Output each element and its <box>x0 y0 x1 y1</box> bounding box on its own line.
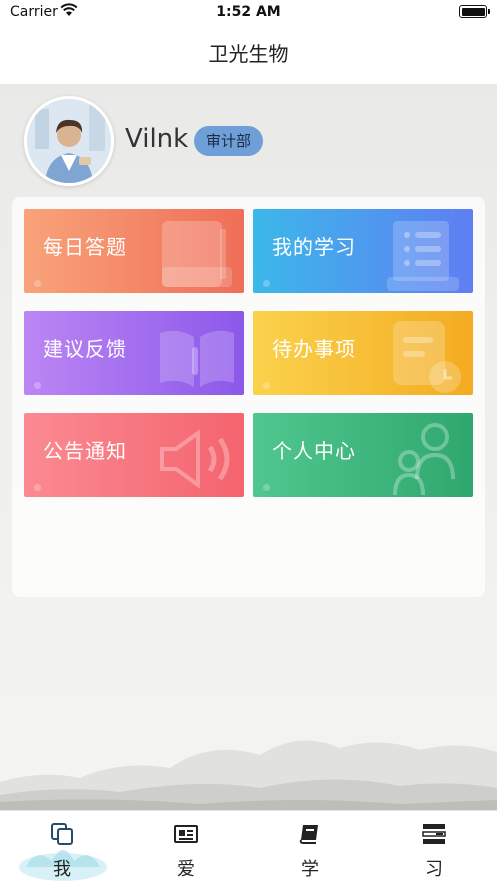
newspaper-icon <box>174 825 198 843</box>
speaker-icon <box>160 429 230 489</box>
people-icon <box>393 423 455 496</box>
decorative-dot <box>263 484 270 491</box>
copy-icon <box>51 823 73 845</box>
tile-daily-quiz[interactable]: 每日答题 <box>24 209 244 293</box>
avatar[interactable] <box>24 96 114 186</box>
username: Vilnk <box>125 124 189 154</box>
decorative-dot <box>263 280 270 287</box>
mountain-backdrop <box>0 740 497 810</box>
tile-my-learning[interactable]: 我的学习 <box>253 209 473 293</box>
tile-announcements[interactable]: 公告通知 <box>24 413 244 497</box>
tile-label: 待办事项 <box>272 337 356 361</box>
tab-label: 学 <box>301 859 319 880</box>
tab-study[interactable]: 学 <box>248 811 372 883</box>
decorative-dot <box>34 484 41 491</box>
tile-label: 每日答题 <box>43 235 127 259</box>
list-icon <box>422 824 446 844</box>
battery-icon <box>459 5 490 18</box>
home-content: Vilnk 审计部 每日答题 我的学习 建议反馈 待办事项 公告通知 个人中心 <box>0 84 497 810</box>
tile-label: 个人中心 <box>272 439 356 463</box>
tile-label: 公告通知 <box>43 439 127 463</box>
tab-bar: 我 爱 学 习 <box>0 810 497 883</box>
tile-todo[interactable]: 待办事项 <box>253 311 473 395</box>
status-bar: Carrier 1:52 AM <box>0 0 497 26</box>
nav-bar: 卫光生物 <box>0 26 497 84</box>
tile-profile-center[interactable]: 个人中心 <box>253 413 473 497</box>
function-panel: 每日答题 我的学习 建议反馈 待办事项 公告通知 个人中心 <box>12 197 485 597</box>
tab-me[interactable]: 我 <box>0 811 124 883</box>
tab-practice[interactable]: 习 <box>372 811 496 883</box>
department-badge: 审计部 <box>194 126 264 156</box>
book-icon <box>162 221 232 287</box>
decorative-dot <box>263 382 270 389</box>
tab-label: 习 <box>425 859 443 880</box>
tab-label: 我 <box>53 859 71 880</box>
open-book-icon <box>160 330 234 387</box>
tab-label: 爱 <box>177 859 195 880</box>
page-title: 卫光生物 <box>208 42 289 66</box>
tile-label: 我的学习 <box>272 235 356 259</box>
avatar-photo <box>27 99 111 183</box>
note-clock-icon <box>393 321 461 393</box>
decorative-dot <box>34 280 41 287</box>
tile-feedback[interactable]: 建议反馈 <box>24 311 244 395</box>
tile-label: 建议反馈 <box>43 337 127 361</box>
decorative-dot <box>34 382 41 389</box>
clock: 1:52 AM <box>216 4 281 20</box>
book-icon <box>299 825 318 844</box>
scroll-list-icon <box>387 221 459 291</box>
tab-love[interactable]: 爱 <box>124 811 248 883</box>
